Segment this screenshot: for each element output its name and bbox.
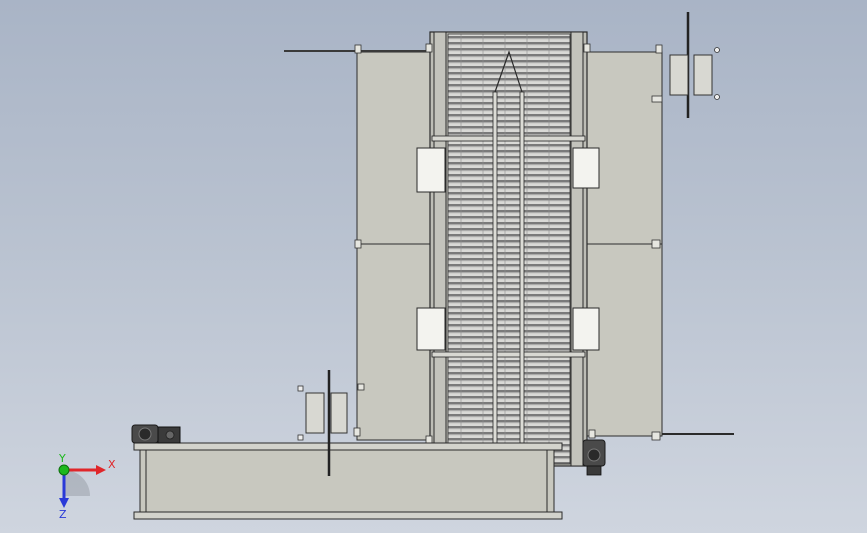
right-side-panel <box>586 44 734 441</box>
left-side-panel <box>284 44 431 441</box>
z-axis-label: Z <box>59 508 67 521</box>
triad-shadow <box>64 470 90 496</box>
x-axis-label: X <box>108 458 116 471</box>
z-axis-arrowhead-icon <box>59 498 69 508</box>
y-axis-label: Y <box>58 452 66 465</box>
right-drive-motor <box>582 439 606 476</box>
roller-bed <box>447 33 571 465</box>
upper-sensor-bracket <box>669 12 720 118</box>
x-axis-arrowhead-icon <box>96 465 106 475</box>
y-axis-origin-icon <box>58 464 70 476</box>
left-drive-motor <box>131 424 181 444</box>
coordinate-triad: X Y Z <box>58 452 116 521</box>
cad-viewport[interactable] <box>0 0 867 533</box>
feed-table <box>133 442 563 520</box>
